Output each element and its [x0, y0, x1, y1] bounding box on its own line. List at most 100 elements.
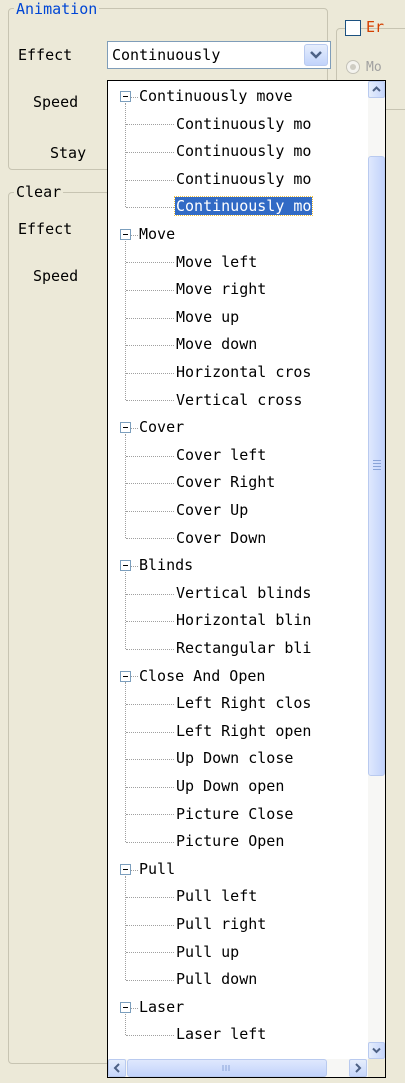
- scroll-down-button[interactable]: [368, 1042, 385, 1059]
- collapse-minus-icon[interactable]: [120, 670, 131, 682]
- tree-group-label: Close And Open: [139, 666, 266, 685]
- tree-group-label: Pull: [139, 859, 176, 878]
- tree-connector: [126, 842, 174, 843]
- tree-connector: [131, 234, 138, 236]
- tree-connector: [125, 102, 126, 208]
- tree-item[interactable]: Move up: [175, 304, 240, 331]
- tree-item[interactable]: Picture Open: [175, 828, 285, 855]
- tree-item-label: Left Right open: [176, 721, 312, 740]
- tree-item-label: Cover left: [176, 445, 267, 464]
- clear-group-title: Clear: [14, 183, 64, 201]
- tree-item[interactable]: Up Down close: [175, 745, 294, 772]
- tree-item-label: Continuously mo: [176, 169, 312, 188]
- tree-item-label: Continuously mo: [176, 142, 312, 161]
- scroll-up-button[interactable]: [368, 81, 385, 98]
- tree-item-label: Picture Open: [176, 832, 285, 851]
- tree-group-node[interactable]: Move: [138, 221, 176, 248]
- tree-item-selected[interactable]: Continuously mo: [173, 193, 314, 220]
- horizontal-scroll-thumb[interactable]: [127, 1059, 327, 1077]
- tree-item-label: Cover Right: [176, 473, 276, 492]
- effect-dropdown-list[interactable]: Continuously move Continuously mo Continuo…: [107, 80, 386, 1078]
- tree-item[interactable]: Left Right clos: [175, 690, 312, 717]
- tree-item-label: Pull left: [176, 887, 258, 906]
- collapse-minus-icon[interactable]: [120, 560, 131, 572]
- tree-item[interactable]: Continuously mo: [175, 138, 312, 165]
- tree-item[interactable]: Move down: [175, 331, 258, 358]
- tree-group-node[interactable]: Pull: [138, 856, 176, 883]
- tree-item[interactable]: Continuously mo: [175, 166, 312, 193]
- tree-item[interactable]: Cover Right: [175, 469, 276, 496]
- scroll-down-arrow-icon: [372, 1047, 381, 1054]
- collapse-minus-icon[interactable]: [120, 229, 131, 240]
- tree-item[interactable]: Move right: [175, 276, 267, 303]
- tree-item-label: Left Right clos: [176, 694, 312, 713]
- tree-item-label: Horizontal cros: [176, 363, 312, 381]
- effect-combobox[interactable]: Continuously: [107, 41, 331, 69]
- tree-group-node[interactable]: Blinds: [138, 552, 194, 579]
- tree-group-node[interactable]: Cover: [138, 414, 185, 441]
- tree-group-node[interactable]: Continuously move: [138, 83, 294, 110]
- tree-connector: [126, 372, 174, 374]
- tree-item[interactable]: Picture Close: [175, 801, 294, 828]
- scroll-right-button[interactable]: [349, 1059, 367, 1077]
- tree-item[interactable]: Pull down: [175, 966, 258, 993]
- tree-connector: [126, 704, 174, 705]
- scroll-up-arrow-icon: [372, 86, 381, 92]
- tree-item[interactable]: Vertical blinds: [175, 580, 312, 607]
- speed-label: Speed: [33, 93, 79, 111]
- tree-connector: [126, 648, 174, 650]
- tree-item-label: Cover Up: [176, 501, 249, 519]
- tree-connector: [126, 400, 174, 402]
- tree-item[interactable]: Vertical cross: [175, 387, 303, 414]
- mode-radio[interactable]: [346, 60, 360, 74]
- checkbox-label: Er: [366, 18, 385, 36]
- enable-checkbox[interactable]: [345, 20, 361, 36]
- tree-connector: [126, 980, 174, 981]
- tree-item[interactable]: Rectangular bli: [175, 635, 312, 662]
- tree-item[interactable]: Cover Down: [175, 525, 267, 552]
- collapse-minus-icon[interactable]: [120, 91, 131, 102]
- tree-item[interactable]: Left Right open: [175, 718, 312, 745]
- tree-item[interactable]: Move left: [175, 249, 258, 276]
- combobox-dropdown-button[interactable]: [304, 44, 328, 66]
- tree-item[interactable]: Horizontal cros: [175, 359, 312, 386]
- tree-item-label: Vertical cross: [176, 390, 303, 409]
- tree-item[interactable]: Up Down open: [175, 773, 285, 800]
- tree-item-label: Horizontal blin: [176, 611, 312, 630]
- tree-item[interactable]: Pull up: [175, 939, 240, 966]
- tree-connector: [125, 240, 126, 401]
- scroll-left-button[interactable]: [108, 1059, 126, 1077]
- horizontal-scrollbar[interactable]: [108, 1059, 368, 1077]
- collapse-minus-icon[interactable]: [120, 1001, 131, 1013]
- tree-connector: [125, 434, 126, 539]
- tree-item-label: Pull down: [176, 970, 258, 989]
- tree-item[interactable]: Cover left: [175, 442, 267, 469]
- tree-item-label: Pull right: [176, 915, 267, 933]
- clear-groupbox: [8, 192, 110, 1064]
- collapse-minus-icon[interactable]: [120, 422, 131, 434]
- tree-group-node[interactable]: Laser: [138, 994, 185, 1021]
- tree-item-label: Move right: [176, 280, 267, 299]
- tree-item[interactable]: Pull right: [175, 911, 267, 938]
- tree-item-label: Vertical blinds: [176, 583, 312, 602]
- collapse-minus-icon[interactable]: [120, 863, 131, 875]
- vertical-scroll-thumb[interactable]: [368, 156, 385, 776]
- tree-item[interactable]: Cover Up: [175, 497, 249, 524]
- tree-connector: [126, 207, 174, 209]
- radio-label: Mo: [366, 60, 382, 75]
- tree-connector: [126, 1035, 174, 1037]
- tree-item[interactable]: Laser left: [175, 1021, 267, 1048]
- tree-item[interactable]: Continuously mo: [175, 111, 312, 138]
- tree-group-node[interactable]: Close And Open: [138, 663, 266, 690]
- scroll-right-arrow-icon: [355, 1063, 362, 1073]
- tree-connector: [131, 1007, 138, 1009]
- tree-item-label: Move down: [176, 335, 258, 354]
- chevron-down-icon: [310, 51, 322, 59]
- animation-group-title: Animation: [14, 0, 100, 18]
- tree-item[interactable]: Pull left: [175, 883, 258, 910]
- vertical-scrollbar[interactable]: [368, 81, 385, 1059]
- tree-connector: [125, 1013, 126, 1036]
- tree-item[interactable]: Horizontal blin: [175, 607, 312, 634]
- tree-item-label: Up Down close: [176, 749, 294, 768]
- grip-line: [373, 463, 381, 464]
